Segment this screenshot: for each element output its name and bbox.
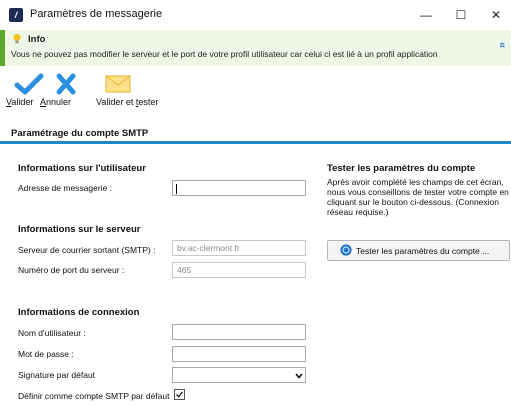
cross-icon[interactable] bbox=[51, 73, 81, 95]
signature-select[interactable] bbox=[172, 367, 306, 383]
globe-icon bbox=[340, 244, 352, 256]
email-field[interactable] bbox=[172, 180, 306, 196]
password-label: Mot de passe : bbox=[18, 349, 74, 359]
checkmark-icon[interactable] bbox=[14, 73, 44, 95]
username-label: Nom d'utilisateur : bbox=[18, 328, 86, 338]
description-line: réseau requise.) bbox=[327, 207, 389, 217]
section-title: Paramétrage du compte SMTP bbox=[11, 128, 149, 139]
info-message: Vous ne pouvez pas modifier le serveur e… bbox=[11, 49, 438, 59]
lightbulb-icon bbox=[13, 33, 21, 44]
smtp-server-field: bv.ac-clermont.fr bbox=[172, 240, 306, 256]
validate-and-test-button[interactable]: Valider et tester bbox=[96, 97, 158, 107]
minimize-button[interactable]: — bbox=[409, 4, 443, 26]
maximize-button[interactable]: ☐ bbox=[444, 4, 478, 26]
app-logo-icon: / bbox=[9, 8, 23, 22]
port-field: 465 bbox=[172, 262, 306, 278]
info-title: Info bbox=[28, 34, 46, 45]
user-info-title: Informations sur l'utilisateur bbox=[18, 163, 146, 174]
test-panel-title: Tester les paramètres du compte bbox=[327, 163, 476, 174]
default-smtp-label: Définir comme compte SMTP par défaut bbox=[18, 391, 170, 401]
signature-label: Signature par défaut bbox=[18, 370, 96, 380]
smtp-server-label: Serveur de courrier sortant (SMTP) : bbox=[18, 245, 156, 255]
text-caret bbox=[176, 184, 177, 194]
chevron-down-icon bbox=[295, 373, 303, 379]
validate-button[interactable]: Valider bbox=[6, 97, 33, 107]
username-field[interactable] bbox=[172, 324, 306, 340]
default-smtp-checkbox[interactable] bbox=[174, 389, 185, 400]
envelope-icon[interactable] bbox=[103, 73, 133, 95]
server-info-title: Informations sur le serveur bbox=[18, 224, 141, 235]
password-field[interactable] bbox=[172, 346, 306, 362]
cancel-button[interactable]: Annuler bbox=[40, 97, 71, 107]
expand-icon[interactable]: « bbox=[496, 42, 508, 48]
description-line: cliquant sur le bouton ci-dessous. (Conn… bbox=[327, 197, 499, 207]
test-account-button-label[interactable]: Tester les paramètres du compte ... bbox=[356, 246, 489, 256]
window-title: Paramètres de messagerie bbox=[30, 8, 163, 20]
checkmark-icon bbox=[176, 391, 184, 398]
info-banner bbox=[0, 30, 511, 66]
connection-info-title: Informations de connexion bbox=[18, 307, 140, 318]
section-divider bbox=[0, 141, 511, 144]
description-line: nous vous conseillons de tester votre co… bbox=[327, 187, 509, 197]
test-panel-description: Après avoir complété les champs de cet é… bbox=[327, 177, 511, 217]
email-label: Adresse de messagerie : bbox=[18, 183, 113, 193]
port-label: Numéro de port du serveur : bbox=[18, 265, 125, 275]
close-button[interactable]: ✕ bbox=[479, 4, 511, 26]
description-line: Après avoir complété les champs de cet é… bbox=[327, 177, 504, 187]
